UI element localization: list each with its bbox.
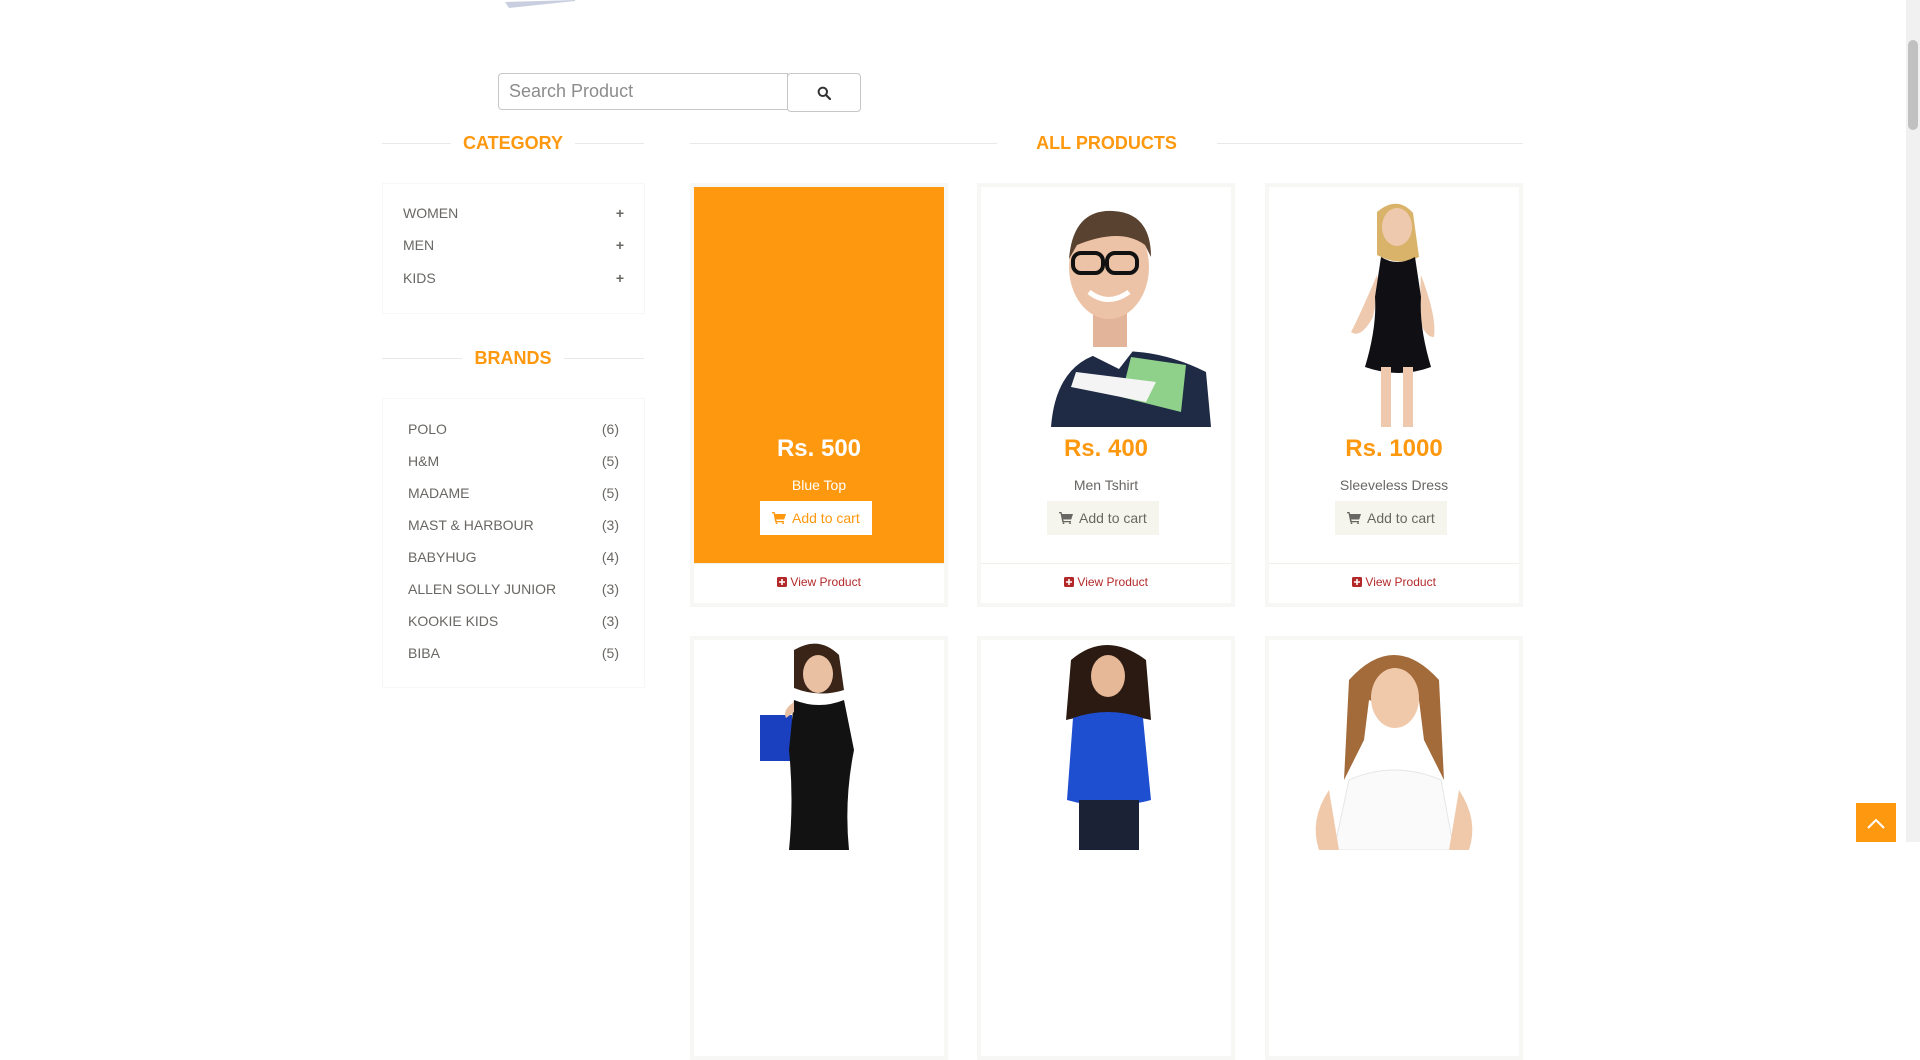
plus-square-icon — [777, 577, 788, 587]
product-card — [977, 636, 1235, 1060]
card-divider — [981, 563, 1231, 564]
category-label: MEN — [403, 237, 435, 253]
brand-count: (6) — [601, 421, 619, 437]
product-image — [694, 640, 944, 1016]
category-item-men[interactable]: MEN + — [403, 235, 624, 255]
search-button[interactable] — [787, 73, 861, 112]
product-card: Rs. 500 Blue Top Add to cart View Produc… — [690, 183, 948, 607]
product-price: Rs. 500 — [776, 435, 862, 462]
product-overlay: Rs. 500 Blue Top Add to cart — [694, 187, 944, 563]
brand-count: (4) — [601, 549, 619, 565]
card-divider — [694, 563, 944, 564]
product-card — [690, 636, 948, 1060]
brand-item-polo[interactable]: POLO (6) — [408, 419, 619, 439]
category-panel: WOMEN + MEN + KIDS + — [382, 183, 645, 314]
brand-name: H&M — [408, 453, 440, 469]
brand-name: ALLEN SOLLY JUNIOR — [408, 581, 557, 597]
product-card: Rs. 1000 Sleeveless Dress Add to cart Vi… — [1265, 183, 1523, 607]
brands-title: BRANDS — [462, 348, 564, 368]
cart-icon — [772, 512, 786, 524]
category-heading: CATEGORY — [382, 133, 644, 153]
brand-name: MAST & HARBOUR — [408, 517, 534, 533]
view-product-link[interactable]: View Product — [981, 575, 1231, 589]
cart-icon — [1347, 512, 1361, 524]
category-item-kids[interactable]: KIDS + — [403, 268, 624, 288]
add-to-cart-label: Add to cart — [792, 510, 860, 526]
cart-icon — [1059, 512, 1073, 524]
brand-count: (5) — [601, 645, 619, 661]
all-products-heading: ALL PRODUCTS — [690, 133, 1523, 153]
product-price: Rs. 400 — [1063, 435, 1149, 462]
brand-count: (3) — [601, 517, 619, 533]
scrollbar-thumb[interactable] — [1908, 40, 1918, 130]
brand-name: MADAME — [408, 485, 470, 501]
plus-icon[interactable]: + — [616, 270, 624, 286]
brand-name: KOOKIE KIDS — [408, 613, 499, 629]
all-products-title: ALL PRODUCTS — [1024, 133, 1189, 153]
plus-square-icon — [1352, 577, 1363, 587]
add-to-cart-button[interactable]: Add to cart — [760, 501, 872, 535]
view-product-link[interactable]: View Product — [1269, 575, 1519, 589]
view-product-label[interactable]: View Product — [1077, 575, 1147, 589]
brand-item-biba[interactable]: BIBA (5) — [408, 643, 619, 663]
blue-top-photo — [1066, 645, 1151, 850]
category-title: CATEGORY — [450, 133, 575, 153]
brand-name: BIBA — [408, 645, 440, 661]
product-card: Rs. 400 Men Tshirt Add to cart View Prod… — [977, 183, 1235, 607]
chevron-up-icon — [1867, 818, 1885, 829]
product-price: Rs. 1000 — [1345, 435, 1443, 462]
brand-item-kookie-kids[interactable]: KOOKIE KIDS (3) — [408, 611, 619, 631]
brand-item-mast-harbour[interactable]: MAST & HARBOUR (3) — [408, 515, 619, 535]
brand-item-babyhug[interactable]: BABYHUG (4) — [408, 547, 619, 567]
view-product-label[interactable]: View Product — [1365, 575, 1435, 589]
product-name: Men Tshirt — [1073, 477, 1139, 493]
brand-item-madame[interactable]: MADAME (5) — [408, 483, 619, 503]
brand-count: (3) — [601, 581, 619, 597]
plus-icon[interactable]: + — [616, 237, 624, 253]
brand-name: BABYHUG — [408, 549, 477, 565]
category-label: WOMEN — [403, 205, 459, 221]
brands-heading: BRANDS — [382, 348, 644, 368]
scroll-up-button[interactable] — [1856, 803, 1896, 842]
white-tshirt-photo — [1315, 655, 1473, 851]
brand-name: POLO — [408, 421, 447, 437]
brands-panel: POLO (6) H&M (5) MADAME (5) MAST & HARBOUR (… — [382, 398, 645, 688]
logo-fragment — [505, 0, 575, 8]
view-product-label[interactable]: View Product — [790, 575, 860, 589]
black-dress-photo — [760, 643, 854, 850]
page-scrollbar[interactable] — [1906, 0, 1920, 842]
add-to-cart-label: Add to cart — [1367, 510, 1435, 526]
product-card — [1265, 636, 1523, 1060]
add-to-cart-button[interactable]: Add to cart — [1335, 501, 1447, 535]
brand-item-hm[interactable]: H&M (5) — [408, 451, 619, 471]
add-to-cart-label: Add to cart — [1079, 510, 1147, 526]
category-label: KIDS — [403, 270, 436, 286]
add-to-cart-button[interactable]: Add to cart — [1047, 501, 1159, 535]
category-item-women[interactable]: WOMEN + — [403, 203, 624, 223]
search-input[interactable] — [498, 73, 788, 110]
brand-count: (5) — [601, 485, 619, 501]
product-name: Sleeveless Dress — [1339, 477, 1449, 493]
brand-count: (5) — [601, 453, 619, 469]
plus-square-icon — [1064, 577, 1075, 587]
card-divider — [1269, 563, 1519, 564]
product-image — [981, 640, 1231, 1016]
search-bar — [498, 73, 862, 114]
brand-item-allen-solly-junior[interactable]: ALLEN SOLLY JUNIOR (3) — [408, 579, 619, 599]
view-product-link[interactable]: View Product — [694, 575, 944, 589]
plus-icon[interactable]: + — [616, 205, 624, 221]
product-name: Blue Top — [791, 477, 847, 493]
search-icon — [817, 86, 831, 100]
brand-count: (3) — [601, 613, 619, 629]
product-image — [1269, 640, 1519, 1016]
